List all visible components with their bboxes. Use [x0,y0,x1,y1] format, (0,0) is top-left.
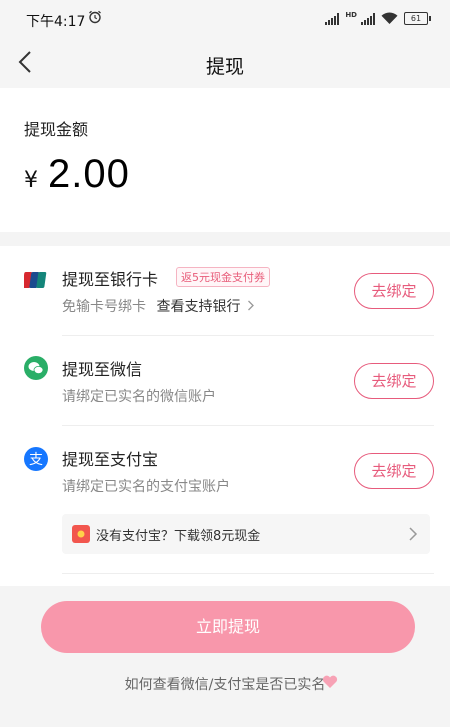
bind-alipay-button[interactable]: 去绑定 [354,453,434,489]
chevron-right-icon [247,300,254,311]
method-bank-subtitle: 免输卡号绑卡 查看支持银行 [62,296,255,316]
amount-label: 提现金额 [24,120,89,139]
method-bank-title: 提现至银行卡 [62,270,159,289]
alarm-icon [89,10,101,24]
unionpay-icon [24,272,47,288]
nav-bar: 提现 [0,40,450,88]
red-packet-icon [72,525,90,543]
heart-icon [322,675,338,688]
battery-icon: 61 [404,12,431,25]
svg-text:支: 支 [29,452,43,468]
wifi-icon [381,12,398,24]
chevron-right-icon [409,527,418,541]
signal-icon [325,13,340,25]
amount-value: 2.00 [48,152,130,196]
alipay-tip-text: 没有支付宝？下载领8元现金 [96,529,261,544]
alipay-download-tip[interactable]: 没有支付宝？下载领8元现金 [62,514,430,554]
alipay-icon: 支 [24,447,48,471]
page-title: 提现 [205,56,244,78]
status-bar: 下午4:17 HD 61 [0,0,450,40]
currency-symbol: ¥ [24,168,38,193]
status-icons: HD 61 [325,11,431,25]
method-wechat: 提现至微信 请绑定已实名的微信账户 去绑定 [0,336,450,426]
verification-help-link[interactable]: 如何查看微信/支付宝是否已实名 [0,674,450,694]
withdraw-methods-card: 提现至银行卡 返5元现金支付券 免输卡号绑卡 查看支持银行 去绑定 提现至微信 … [0,246,450,586]
method-alipay-subtitle: 请绑定已实名的支付宝账户 [62,479,230,495]
amount-row: ¥ 2.00 [24,152,130,197]
supported-banks-link[interactable]: 查看支持银行 [156,299,240,315]
wechat-icon [24,356,48,380]
method-wechat-title: 提现至微信 [62,360,143,379]
withdraw-now-button[interactable]: 立即提现 [41,601,415,653]
help-link-text: 如何查看微信/支付宝是否已实名 [124,677,326,693]
bind-bank-button[interactable]: 去绑定 [354,273,434,309]
method-bank-card: 提现至银行卡 返5元现金支付券 免输卡号绑卡 查看支持银行 去绑定 [0,246,450,336]
signal-icon-2 [361,13,375,25]
method-bank-subtitle-text: 免输卡号绑卡 [62,299,146,315]
divider [62,573,434,574]
cashback-tag: 返5元现金支付券 [176,267,270,287]
status-time: 下午4:17 [26,14,86,30]
method-alipay-title: 提现至支付宝 [62,450,159,469]
bind-wechat-button[interactable]: 去绑定 [354,363,434,399]
method-wechat-subtitle: 请绑定已实名的微信账户 [62,389,216,405]
hd-badge: HD [345,11,357,19]
amount-card: 提现金额 ¥ 2.00 [0,88,450,232]
